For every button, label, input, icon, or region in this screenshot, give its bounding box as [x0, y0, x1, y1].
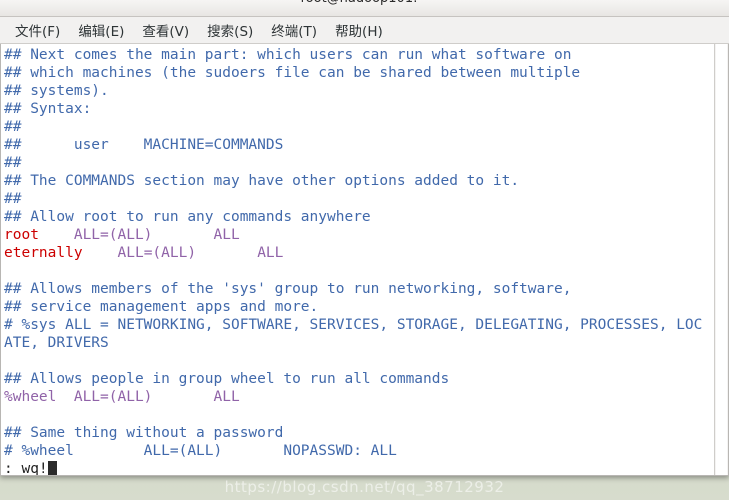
terminal-line-segment: ## service management apps and more. [4, 299, 319, 315]
terminal-line-segment [196, 245, 257, 261]
terminal-line-segment: ## The COMMANDS section may have other o… [4, 173, 520, 189]
terminal-line-segment [152, 389, 213, 405]
terminal-line: ## Next comes the main part: which users… [4, 46, 714, 64]
terminal-line: ## Allows people in group wheel to run a… [4, 370, 714, 388]
terminal-line-segment: ## Next comes the main part: which users… [4, 47, 572, 63]
terminal-line: ## user MACHINE=COMMANDS [4, 136, 714, 154]
window-titlebar[interactable]: root@hadoop101:~ – ▭ ✕ [0, 0, 729, 17]
terminal-line-segment: %wheel ALL=(ALL) [4, 389, 153, 405]
terminal-line-segment: eternally [4, 245, 83, 261]
terminal-line-segment: ## [4, 119, 22, 135]
menu-help[interactable]: 帮助(H) [326, 17, 392, 43]
terminal-line-segment: ## Same thing without a password [4, 425, 284, 441]
terminal-line-segment: ## Allows members of the 'sys' group to … [4, 281, 572, 297]
terminal-line-segment: ## user MACHINE=COMMANDS [4, 137, 284, 153]
terminal-line-segment: ## [4, 191, 22, 207]
terminal-line: ATE, DRIVERS [4, 334, 714, 352]
terminal-area[interactable]: ## Next comes the main part: which users… [0, 44, 729, 476]
terminal-line-segment: ALL [257, 245, 284, 261]
scrollbar-thumb[interactable] [716, 44, 727, 475]
vim-command-text: : wq! [4, 461, 48, 475]
menu-edit[interactable]: 编辑(E) [69, 17, 133, 43]
minimize-icon[interactable]: – [646, 0, 659, 3]
close-icon[interactable]: ✕ [710, 0, 723, 3]
terminal-line: # %wheel ALL=(ALL) NOPASSWD: ALL [4, 442, 714, 460]
terminal-text-buffer[interactable]: ## Next comes the main part: which users… [1, 44, 714, 475]
terminal-line-segment: ALL=(ALL) [73, 227, 153, 243]
terminal-line-segment [152, 227, 213, 243]
terminal-line: ## which machines (the sudoers file can … [4, 64, 714, 82]
terminal-scrollbar[interactable] [714, 44, 728, 475]
terminal-line-segment: ATE, DRIVERS [4, 335, 109, 351]
terminal-line: ## Allow root to run any commands anywhe… [4, 208, 714, 226]
terminal-line: root ALL=(ALL) ALL [4, 226, 714, 244]
terminal-line-segment: ## which machines (the sudoers file can … [4, 65, 581, 81]
terminal-window: root@hadoop101:~ – ▭ ✕ 文件(F) 编辑(E) 查看(V)… [0, 0, 729, 476]
terminal-line-segment: ## Allows people in group wheel to run a… [4, 371, 450, 387]
terminal-line: ## Same thing without a password [4, 424, 714, 442]
terminal-line-segment: ## Syntax: [4, 101, 92, 117]
terminal-line: ## Syntax: [4, 100, 714, 118]
terminal-line-segment: ALL [213, 227, 240, 243]
menu-terminal[interactable]: 终端(T) [262, 17, 326, 43]
text-cursor [47, 461, 57, 475]
maximize-icon[interactable]: ▭ [678, 0, 691, 3]
menu-view[interactable]: 查看(V) [133, 17, 198, 43]
terminal-line: ## The COMMANDS section may have other o… [4, 172, 714, 190]
window-controls: – ▭ ✕ [646, 0, 723, 3]
terminal-line-segment: ALL [213, 389, 240, 405]
vim-command-line[interactable]: : wq! [4, 460, 714, 475]
terminal-line: ## [4, 190, 714, 208]
terminal-line-segment: # %wheel ALL=(ALL) NOPASSWD: ALL [4, 443, 397, 459]
terminal-line-segment: ## Allow root to run any commands anywhe… [4, 209, 371, 225]
terminal-line: ## [4, 118, 714, 136]
terminal-line: ## Allows members of the 'sys' group to … [4, 280, 714, 298]
terminal-line-segment: ## [4, 155, 22, 171]
terminal-line-segment [83, 245, 118, 261]
terminal-line-segment: ## systems). [4, 83, 109, 99]
menubar: 文件(F) 编辑(E) 查看(V) 搜索(S) 终端(T) 帮助(H) [0, 17, 729, 44]
terminal-line: %wheel ALL=(ALL) ALL [4, 388, 714, 406]
terminal-line-segment: ALL=(ALL) [117, 245, 197, 261]
menu-search[interactable]: 搜索(S) [198, 17, 262, 43]
window-title: root@hadoop101:~ [0, 0, 729, 6]
menu-file[interactable]: 文件(F) [6, 17, 69, 43]
terminal-line: ## service management apps and more. [4, 298, 714, 316]
terminal-line-segment: root [4, 227, 39, 243]
terminal-line: ## systems). [4, 82, 714, 100]
terminal-line: # %sys ALL = NETWORKING, SOFTWARE, SERVI… [4, 316, 714, 334]
terminal-line-segment: # %sys ALL = NETWORKING, SOFTWARE, SERVI… [4, 317, 703, 333]
terminal-line: ## [4, 154, 714, 172]
terminal-line-segment [39, 227, 74, 243]
terminal-line: eternally ALL=(ALL) ALL [4, 244, 714, 262]
